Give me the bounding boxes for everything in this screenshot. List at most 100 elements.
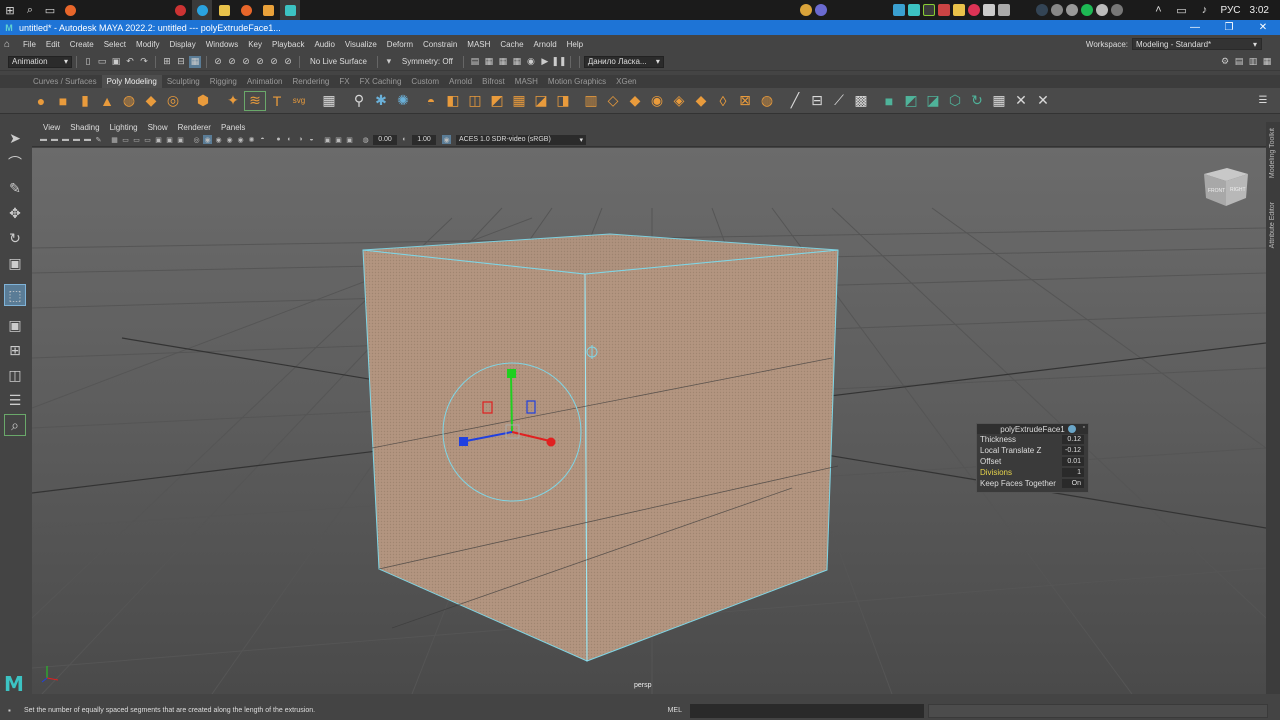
volume-icon[interactable]: ♪	[1195, 0, 1215, 20]
tray-icon-5[interactable]	[922, 4, 935, 16]
ambient-occlusion-icon[interactable]: ●	[274, 135, 283, 144]
maximize-icon[interactable]: ❐	[1212, 22, 1246, 33]
view-cube[interactable]: FRONT RIGHT	[1204, 168, 1248, 206]
redo-icon[interactable]: ↷	[138, 56, 150, 68]
lasso-tool-icon[interactable]: ⌒	[4, 152, 26, 174]
snap-pivot-icon[interactable]: ⊘	[282, 56, 294, 68]
offset-loop-icon[interactable]: ⟋	[828, 91, 850, 111]
extrude-tool-icon[interactable]: ⬚	[4, 284, 26, 306]
circularize-icon[interactable]: ◊	[712, 91, 734, 111]
motion-blur-icon[interactable]: ◐	[285, 135, 294, 144]
select-object-icon[interactable]: ⊟	[175, 56, 187, 68]
menu-help[interactable]: Help	[562, 40, 588, 49]
safe-action-icon[interactable]: ▣	[165, 135, 174, 144]
attribute-editor-icon[interactable]: ▤	[1233, 56, 1245, 68]
menu-cache[interactable]: Cache	[495, 40, 528, 49]
channel-box-icon[interactable]: ▦	[1261, 56, 1273, 68]
close-icon[interactable]: ✕	[1246, 22, 1280, 33]
poly-cone-icon[interactable]: ▲	[96, 91, 118, 111]
bookmarks-icon[interactable]: ▬	[61, 135, 70, 144]
smooth-icon[interactable]: ✺	[392, 91, 414, 111]
panel-menu-show[interactable]: Show	[143, 123, 173, 132]
multisample-aa-icon[interactable]: ◑	[296, 135, 305, 144]
tray-icon-9[interactable]	[982, 4, 995, 16]
telegram-icon[interactable]	[192, 0, 212, 20]
chevron-up-icon[interactable]: ˄	[1149, 0, 1169, 20]
local-translate-z-field[interactable]: -0.12	[1062, 446, 1084, 455]
camera-attributes-icon[interactable]: ▬	[50, 135, 59, 144]
multi-cut-icon[interactable]: ╱	[784, 91, 806, 111]
menu-windows[interactable]: Windows	[201, 40, 243, 49]
select-tool-icon[interactable]: ➤	[4, 127, 26, 149]
slide-edge-icon[interactable]: ✕	[1010, 91, 1032, 111]
smooth-shade-icon[interactable]: ◉	[203, 135, 212, 144]
paint-select-icon[interactable]: ✎	[4, 177, 26, 199]
snap-curve-icon[interactable]: ⊘	[226, 56, 238, 68]
menu-constrain[interactable]: Constrain	[418, 40, 462, 49]
firefox-icon[interactable]	[60, 0, 80, 20]
four-view-icon[interactable]: ⊞	[4, 339, 26, 361]
insert-loop-icon[interactable]: ▩	[850, 91, 872, 111]
panel-menu-view[interactable]: View	[38, 123, 65, 132]
tray-icon-10[interactable]	[997, 4, 1010, 16]
mirror-icon[interactable]: ◫	[464, 91, 486, 111]
shelf-tab-rigging[interactable]: Rigging	[205, 75, 242, 88]
menu-arnold[interactable]: Arnold	[529, 40, 562, 49]
select-component-icon[interactable]: ▦	[189, 55, 201, 68]
tray-icon-12[interactable]	[1050, 4, 1063, 16]
poly-sphere-icon[interactable]: ●	[30, 91, 52, 111]
shelf-tab-xgen[interactable]: XGen	[611, 75, 641, 88]
panel-menu-renderer[interactable]: Renderer	[173, 123, 216, 132]
combine-icon[interactable]: ⚲	[348, 91, 370, 111]
thickness-field[interactable]: 0.12	[1062, 435, 1084, 444]
pause-icon[interactable]: ❚❚	[551, 56, 566, 68]
menu-audio[interactable]: Audio	[309, 40, 339, 49]
poly-cube-icon[interactable]: ■	[52, 91, 74, 111]
safe-title-icon[interactable]: ▣	[176, 135, 185, 144]
film-gate-icon[interactable]: ▭	[121, 135, 130, 144]
type-tool-icon[interactable]: T	[266, 91, 288, 111]
snap-grid-icon[interactable]: ⊘	[212, 56, 224, 68]
z-axis-handle[interactable]	[459, 437, 468, 446]
shelf-tab-sculpting[interactable]: Sculpting	[162, 75, 205, 88]
popup-close-icon[interactable]: ▫	[1083, 424, 1085, 431]
spotify-icon[interactable]	[1080, 4, 1093, 16]
merge-icon[interactable]: ⊠	[734, 91, 756, 111]
shelf-tab-bifrost[interactable]: Bifrost	[477, 75, 510, 88]
append-polygon-icon[interactable]: ◉	[646, 91, 668, 111]
snap-view-icon[interactable]: ⊘	[254, 56, 266, 68]
menu-visualize[interactable]: Visualize	[340, 40, 382, 49]
gamma-field[interactable]: 1.00	[412, 134, 436, 145]
chrome-icon[interactable]	[799, 4, 812, 16]
save-scene-icon[interactable]: ▣	[110, 56, 122, 68]
isolate-select-icon[interactable]: ▣	[323, 135, 332, 144]
modeling-toolkit-tab[interactable]: Modeling Toolkit	[1269, 128, 1276, 178]
folder-icon[interactable]	[214, 0, 234, 20]
use-all-lights-icon[interactable]: ✺	[247, 135, 256, 144]
tray-icon-15[interactable]	[1095, 4, 1108, 16]
attribute-editor-tab[interactable]: Attribute Editor	[1269, 202, 1276, 248]
undo-icon[interactable]: ↶	[124, 56, 136, 68]
viewport-persp[interactable]: FRONT RIGHT	[32, 148, 1266, 694]
exposure-field[interactable]: 0.00	[373, 134, 397, 145]
shelf-tab-poly-modeling[interactable]: Poly Modeling	[101, 75, 162, 88]
menu-playback[interactable]: Playback	[267, 40, 309, 49]
symmetrize-icon[interactable]: ◩	[900, 91, 922, 111]
depth-of-field-icon[interactable]: ◒	[307, 135, 316, 144]
camera-select-icon[interactable]: ▬	[39, 135, 48, 144]
steam-icon[interactable]	[1035, 4, 1048, 16]
live-surface-label[interactable]: No Live Surface	[304, 57, 373, 66]
shelf-tab-motion-graphics[interactable]: Motion Graphics	[543, 75, 611, 88]
render-icon[interactable]: ▦	[483, 56, 495, 68]
2d-pan-zoom-icon[interactable]: ▬	[83, 135, 92, 144]
field-chart-icon[interactable]: ▣	[154, 135, 163, 144]
bevel-icon[interactable]: ◆	[624, 91, 646, 111]
outliner-layout-icon[interactable]: ☰	[4, 389, 26, 411]
tray-icon-7[interactable]	[952, 4, 965, 16]
network-icon[interactable]: ▭	[1172, 0, 1192, 20]
poke-icon[interactable]: ◈	[668, 91, 690, 111]
remesh-icon[interactable]: ◪	[530, 91, 552, 111]
snap-surface-icon[interactable]: ⊘	[268, 56, 280, 68]
fill-hole-icon[interactable]: ◩	[486, 91, 508, 111]
resolution-gate-icon[interactable]: ▭	[132, 135, 141, 144]
